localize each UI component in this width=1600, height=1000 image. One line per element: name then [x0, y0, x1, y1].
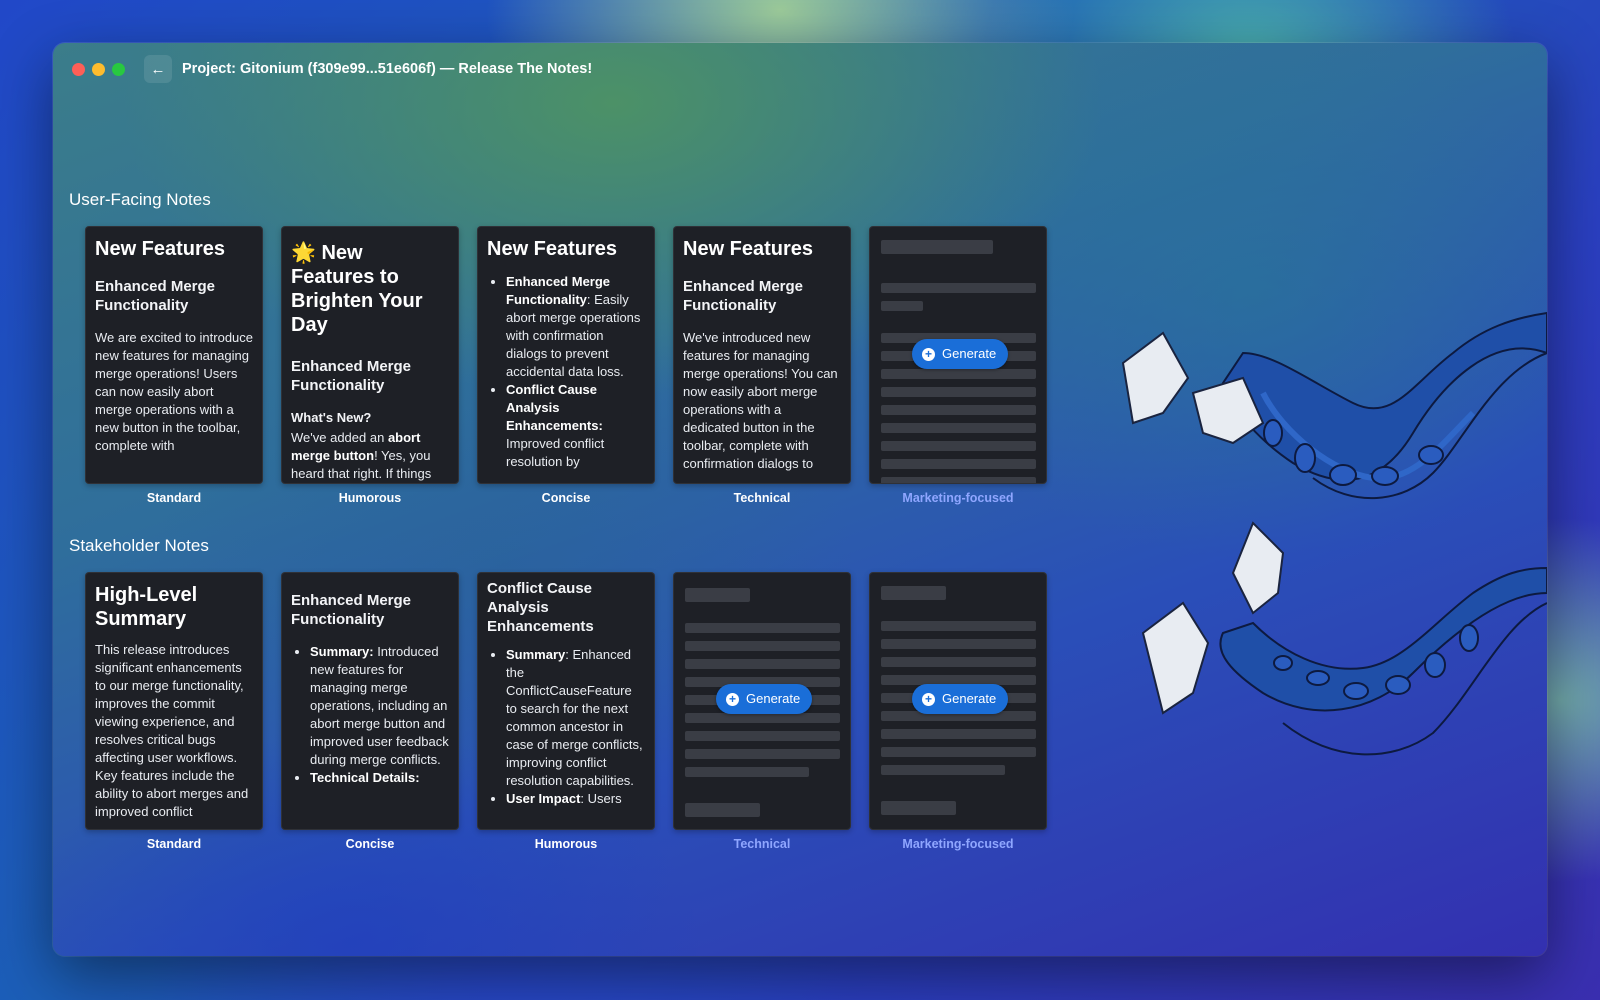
- note-card-user-marketing-placeholder: + Generate: [869, 226, 1047, 484]
- skeleton-line: [881, 747, 1036, 757]
- card-subtitle: Enhanced Merge Functionality: [683, 278, 804, 314]
- note-card-stakeholder-humorous[interactable]: Conflict Cause Analysis Enhancements Sum…: [477, 572, 655, 830]
- card-title: New Features: [683, 238, 814, 260]
- tentacle-illustration: [1121, 311, 1547, 756]
- note-card-user-humorous[interactable]: 🌟 New Features to Brighten Your Day Enha…: [281, 226, 459, 484]
- list-item: Summary: Introduced new features for man…: [310, 643, 449, 769]
- card-caption: Concise: [345, 837, 395, 851]
- skeleton-line: [881, 441, 1036, 451]
- skeleton-line: [881, 586, 946, 600]
- generate-button-user-marketing[interactable]: + Generate: [912, 339, 1009, 369]
- arrow-left-icon: ←: [150, 60, 166, 78]
- minimize-window-button[interactable]: [92, 63, 105, 76]
- skeleton-line: [881, 387, 1036, 397]
- card-body: We've introduced new features for managi…: [683, 330, 838, 471]
- card-caption: Marketing-focused: [902, 837, 1014, 851]
- note-card-stakeholder-standard[interactable]: High-Level Summary This release introduc…: [85, 572, 263, 830]
- card-title: High-Level Summary: [95, 584, 198, 630]
- skeleton-line: [881, 639, 1036, 649]
- generate-button-label: Generate: [942, 346, 997, 361]
- card-caption: Concise: [541, 491, 591, 505]
- close-window-button[interactable]: [72, 63, 85, 76]
- card-bullet-list: Summary: Introduced new features for man…: [291, 643, 449, 787]
- card-caption: Humorous: [534, 837, 598, 851]
- skeleton-line: [881, 621, 1036, 631]
- note-card-user-concise[interactable]: New Features Enhanced Merge Functionalit…: [477, 226, 655, 484]
- plus-circle-icon: +: [922, 347, 935, 361]
- note-card-user-technical[interactable]: New Features Enhanced Merge Functionalit…: [673, 226, 851, 484]
- generate-button-label: Generate: [746, 691, 801, 706]
- note-card-stakeholder-marketing-placeholder: + Generate: [869, 572, 1047, 830]
- card-subtitle: Enhanced Merge Functionality: [95, 278, 216, 314]
- title-bar: ← Project: Gitonium (f309e99...51e606f) …: [53, 43, 1547, 95]
- card-caption: Standard: [146, 491, 202, 505]
- skeleton-line: [685, 713, 840, 723]
- card-subtitle: Conflict Cause Analysis Enhancements: [487, 580, 594, 635]
- card-caption: Standard: [146, 837, 202, 851]
- skeleton-line: [881, 459, 1036, 469]
- app-window: ← Project: Gitonium (f309e99...51e606f) …: [53, 43, 1547, 956]
- generate-button-stakeholder-technical[interactable]: + Generate: [716, 684, 813, 714]
- list-item: Technical Details:: [310, 769, 449, 787]
- list-item: User Impact: Users: [506, 790, 645, 808]
- generate-button-stakeholder-marketing[interactable]: + Generate: [912, 684, 1009, 714]
- skeleton-line: [881, 423, 1036, 433]
- note-card-stakeholder-technical-placeholder: + Generate: [673, 572, 851, 830]
- card-body: This release introduces significant enha…: [95, 642, 249, 819]
- skeleton-line: [881, 369, 1036, 379]
- skeleton-line: [685, 641, 840, 651]
- star-emoji-icon: 🌟: [291, 242, 316, 264]
- window-title: Project: Gitonium (f309e99...51e606f) — …: [182, 61, 593, 77]
- skeleton-line: [685, 588, 750, 602]
- list-item: Conflict Cause Analysis Enhancements: Im…: [506, 381, 645, 471]
- skeleton-line: [881, 405, 1036, 415]
- card-body: We've added an abort merge button! Yes, …: [291, 430, 432, 481]
- card-caption: Technical: [733, 491, 791, 505]
- zoom-window-button[interactable]: [112, 63, 125, 76]
- skeleton-line: [685, 803, 760, 817]
- skeleton-line: [685, 749, 840, 759]
- section-heading-stakeholder: Stakeholder Notes: [69, 536, 209, 555]
- plus-circle-icon: +: [726, 692, 739, 706]
- card-caption: Humorous: [338, 491, 402, 505]
- skeleton-line: [685, 623, 840, 633]
- card-label: What's New?: [291, 410, 372, 425]
- skeleton-line: [881, 301, 923, 311]
- skeleton-line: [881, 283, 1036, 293]
- card-subtitle: Enhanced Merge Functionality: [291, 592, 412, 628]
- generate-button-label: Generate: [942, 691, 997, 706]
- skeleton-line: [685, 659, 840, 669]
- skeleton-line: [881, 240, 993, 254]
- plus-circle-icon: +: [922, 692, 935, 706]
- skeleton-line: [881, 477, 1036, 483]
- skeleton-line: [685, 731, 840, 741]
- note-card-user-standard[interactable]: New Features Enhanced Merge Functionalit…: [85, 226, 263, 484]
- list-item: Summary: Enhanced the ConflictCauseFeatu…: [506, 646, 645, 790]
- card-title: 🌟 New Features to Brighten Your Day: [291, 242, 423, 336]
- list-item: Enhanced Merge Functionality: Easily abo…: [506, 273, 645, 381]
- card-title: New Features: [487, 238, 618, 260]
- card-caption: Marketing-focused: [902, 491, 1014, 505]
- note-card-stakeholder-concise[interactable]: Enhanced Merge Functionality Summary: In…: [281, 572, 459, 830]
- card-caption: Technical: [733, 837, 791, 851]
- skeleton-line: [685, 767, 809, 777]
- card-bullet-list: Summary: Enhanced the ConflictCauseFeatu…: [487, 646, 645, 808]
- card-bullet-list: Enhanced Merge Functionality: Easily abo…: [487, 273, 645, 471]
- card-title: New Features: [95, 238, 226, 260]
- back-button[interactable]: ←: [144, 55, 172, 83]
- card-body: We are excited to introduce new features…: [95, 330, 254, 453]
- section-heading-user-facing: User-Facing Notes: [69, 190, 211, 209]
- skeleton-line: [881, 729, 1036, 739]
- skeleton-line: [881, 657, 1036, 667]
- card-subtitle: Enhanced Merge Functionality: [291, 358, 412, 394]
- skeleton-line: [881, 801, 956, 815]
- skeleton-line: [881, 765, 1005, 775]
